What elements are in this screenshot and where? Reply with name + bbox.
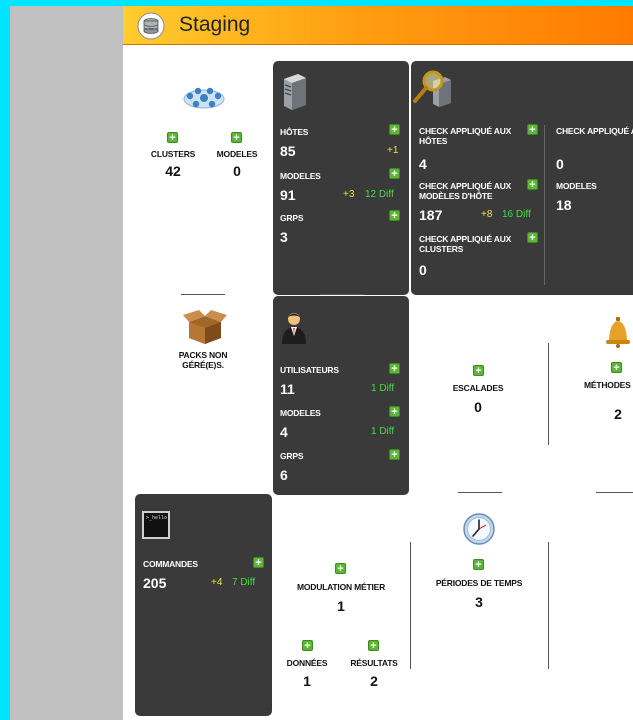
hosts-delta: +1 xyxy=(387,145,399,156)
divider xyxy=(458,492,502,493)
commands-delta: +4 xyxy=(211,577,223,588)
add-user-model-button[interactable]: + xyxy=(389,406,400,418)
commands-tile: >_hello COMMANDES + 205 +4 7 Diff xyxy=(135,494,272,716)
add-cluster-button[interactable]: + xyxy=(167,132,178,144)
check-hosts-count[interactable]: 4 xyxy=(419,156,427,172)
clusters-label: CLUSTERS xyxy=(150,149,196,159)
bell-icon xyxy=(606,317,630,348)
add-host-group-button[interactable]: + xyxy=(389,210,400,222)
check-cluster-models-label: CHECK APPLIQUÉ AUX MODÈLES DE CLUSTERS xyxy=(556,126,633,136)
left-sidebar xyxy=(10,6,123,720)
divider xyxy=(548,343,549,445)
cluster-network-icon xyxy=(183,87,225,109)
time-periods-label: PÉRIODES DE TEMPS xyxy=(435,578,523,588)
staging-panel: Staging + + CLUSTERS MODELES 42 0 HÔTES … xyxy=(123,6,633,720)
add-check-hosts-button[interactable]: + xyxy=(527,124,538,136)
user-models-count[interactable]: 4 xyxy=(280,424,288,440)
check-host-models-diff[interactable]: 16 Diff xyxy=(502,209,531,220)
add-notification-method-button[interactable]: + xyxy=(611,362,622,374)
add-time-period-button[interactable]: + xyxy=(473,559,484,571)
check-clusters-count[interactable]: 0 xyxy=(419,262,427,278)
magnifier-server-icon xyxy=(413,70,451,107)
hosts-count[interactable]: 85 xyxy=(280,143,296,159)
results-count[interactable]: 2 xyxy=(343,673,405,689)
divider xyxy=(548,542,549,669)
check-cluster-models-count[interactable]: 0 xyxy=(556,156,564,172)
panel-header: Staging xyxy=(123,6,633,45)
check-host-models-label: CHECK APPLIQUÉ AUX MODÈLES D'HÔTE xyxy=(419,181,512,201)
add-check-clusters-button[interactable]: + xyxy=(527,232,538,244)
user-models-diff[interactable]: 1 Diff xyxy=(371,426,394,437)
packs-label[interactable]: PACKS NON GÉRÉ(E)S. xyxy=(158,350,248,370)
clock-icon xyxy=(463,513,495,545)
results-label: RÉSULTATS xyxy=(350,658,398,668)
host-models-diff[interactable]: 12 Diff xyxy=(365,189,394,200)
terminal-icon: >_hello xyxy=(142,511,170,539)
divider xyxy=(410,542,411,669)
add-result-button[interactable]: + xyxy=(368,640,379,652)
user-groups-count[interactable]: 6 xyxy=(280,467,288,483)
add-host-button[interactable]: + xyxy=(389,124,400,136)
page-title: Staging xyxy=(179,13,251,36)
commands-count[interactable]: 205 xyxy=(143,575,166,591)
server-icon xyxy=(284,74,306,110)
add-escalation-button[interactable]: + xyxy=(473,365,484,377)
check-models-count[interactable]: 18 xyxy=(556,197,572,213)
add-data-button[interactable]: + xyxy=(302,640,313,652)
data-count[interactable]: 1 xyxy=(277,673,337,689)
data-label: DONNÉES xyxy=(286,658,328,668)
terminal-icon-text: >_hello xyxy=(146,515,168,521)
notification-methods-count[interactable]: 2 xyxy=(568,406,633,422)
divider xyxy=(320,294,364,295)
users-tile: UTILISATEURS + 11 1 Diff MODELES + 4 1 D… xyxy=(273,296,409,495)
host-groups-count[interactable]: 3 xyxy=(280,229,288,245)
clusters-count[interactable]: 42 xyxy=(133,163,213,179)
business-modulation-count[interactable]: 1 xyxy=(286,598,396,614)
business-modulation-label: MODULATION MÉTIER xyxy=(296,582,386,592)
hosts-label: HÔTES xyxy=(280,127,309,137)
host-models-count[interactable]: 91 xyxy=(280,187,296,203)
host-groups-label: GRPS xyxy=(280,213,304,223)
check-models-label: MODELES xyxy=(556,181,597,191)
check-host-models-count[interactable]: 187 xyxy=(419,207,442,223)
add-business-modulation-button[interactable]: + xyxy=(335,563,346,575)
add-cluster-model-button[interactable]: + xyxy=(231,132,242,144)
commands-label: COMMANDES xyxy=(143,559,198,569)
add-check-host-models-button[interactable]: + xyxy=(527,179,538,191)
host-models-delta: +3 xyxy=(343,189,355,200)
check-hosts-label: CHECK APPLIQUÉ AUX HÔTES xyxy=(419,126,512,146)
open-box-icon xyxy=(183,310,227,344)
notification-methods-label: MÉTHODES DE NOTIFICATION xyxy=(584,380,633,390)
divider xyxy=(181,294,225,295)
time-periods-count[interactable]: 3 xyxy=(424,594,534,610)
user-models-label: MODELES xyxy=(280,408,321,418)
host-models-label: MODELES xyxy=(280,171,321,181)
escalations-label: ESCALADES xyxy=(452,383,504,393)
database-icon xyxy=(137,12,165,40)
divider xyxy=(544,125,545,285)
users-diff[interactable]: 1 Diff xyxy=(371,383,394,394)
hosts-tile: HÔTES + 85 +1 MODELES + 91 +3 12 Diff GR… xyxy=(273,61,409,295)
add-user-group-button[interactable]: + xyxy=(389,449,400,461)
cluster-models-count[interactable]: 0 xyxy=(207,163,267,179)
users-label: UTILISATEURS xyxy=(280,365,339,375)
user-icon xyxy=(282,313,306,344)
divider xyxy=(596,492,633,493)
cluster-models-label: MODELES xyxy=(216,149,258,159)
add-host-model-button[interactable]: + xyxy=(389,168,400,180)
commands-diff[interactable]: 7 Diff xyxy=(232,577,255,588)
check-clusters-label: CHECK APPLIQUÉ AUX CLUSTERS xyxy=(419,234,512,254)
add-user-button[interactable]: + xyxy=(389,363,400,375)
checks-tile: CHECK APPLIQUÉ AUX HÔTES + 4 CHECK APPLI… xyxy=(411,61,633,295)
users-count[interactable]: 11 xyxy=(280,381,295,397)
check-host-models-delta: +8 xyxy=(481,209,493,220)
user-groups-label: GRPS xyxy=(280,451,304,461)
escalations-count[interactable]: 0 xyxy=(428,399,528,415)
add-command-button[interactable]: + xyxy=(253,557,264,569)
